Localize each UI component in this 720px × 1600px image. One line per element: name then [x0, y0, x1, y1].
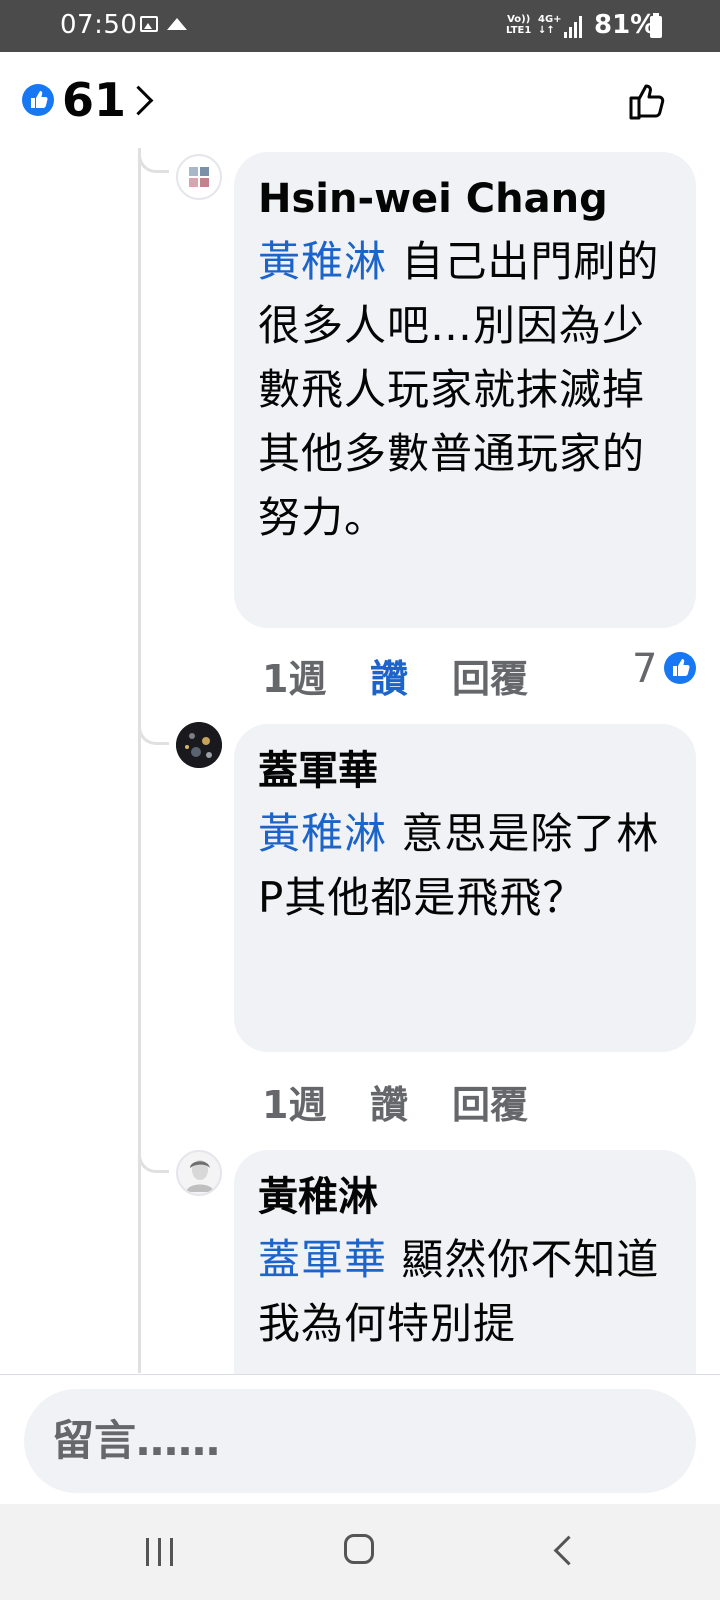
gallery-notification-icon [140, 16, 158, 32]
comment-time: 1週 [262, 1083, 327, 1127]
home-icon[interactable] [344, 1534, 374, 1564]
signal-strength-icon [564, 16, 584, 38]
thumbs-up-badge-icon[interactable] [664, 652, 696, 684]
comment-text: 蓋軍華 顯然你不知道我為何特別提 [258, 1235, 660, 1348]
reply-button[interactable]: 回覆 [452, 648, 528, 703]
thumbs-up-badge-icon[interactable] [22, 84, 54, 116]
status-bar: 07:50 Vo)) LTE1 4G+ ↓↑ 81% [0, 0, 720, 52]
system-navigation-bar [0, 1504, 720, 1600]
comment-time: 1週 [262, 657, 327, 701]
like-button[interactable]: 讚 [370, 1074, 408, 1129]
comment-bubble[interactable]: 黃稚淋 蓋軍華 顯然你不知道我為何特別提 [234, 1150, 696, 1374]
comment-author[interactable]: 黃稚淋 [258, 1172, 670, 1222]
thread-branch [138, 722, 169, 745]
battery-icon [650, 13, 662, 38]
chevron-right-icon[interactable] [123, 85, 154, 116]
avatar[interactable] [176, 722, 222, 768]
comment-input[interactable]: 留言…… [24, 1389, 696, 1493]
battery-percentage: 81% [594, 10, 657, 40]
network-type-indicator: 4G+ ↓↑ [538, 14, 562, 36]
partial-comment-clip: 黃稚淋 蓋軍華 顯然你不知道我為何特別提 [0, 1148, 720, 1374]
comment-like-count[interactable]: 7 [632, 646, 657, 692]
mention-link[interactable]: 黃稚淋 [258, 237, 387, 286]
mention-link[interactable]: 黃稚淋 [258, 809, 387, 858]
comment-text: 黃稚淋 自己出門刷的很多人吧…別因為少數飛人玩家就抹滅掉其他多數普通玩家的努力。 [258, 237, 660, 542]
like-button[interactable]: 讚 [370, 648, 408, 703]
comment-text: 黃稚淋 意思是除了林P其他都是飛飛？ [258, 809, 660, 922]
photo-notification-icon [167, 18, 187, 30]
avatar[interactable] [176, 154, 222, 200]
like-outline-icon[interactable] [626, 78, 672, 124]
mention-link[interactable]: 蓋軍華 [258, 1235, 387, 1284]
reaction-count[interactable]: 61 [62, 73, 126, 127]
comment-bubble[interactable]: 蓋軍華 黃稚淋 意思是除了林P其他都是飛飛？ [234, 724, 696, 1052]
comment-author[interactable]: 蓋軍華 [258, 746, 670, 796]
comment-author[interactable]: Hsin-wei Chang [258, 174, 670, 224]
comment-bubble[interactable]: Hsin-wei Chang 黃稚淋 自己出門刷的很多人吧…別因為少數飛人玩家就… [234, 152, 696, 628]
back-icon[interactable] [553, 1535, 584, 1566]
recents-icon[interactable] [146, 1538, 176, 1566]
reply-button[interactable]: 回覆 [452, 1074, 528, 1129]
status-time: 07:50 [60, 10, 138, 40]
volte-indicator: Vo)) LTE1 [506, 14, 532, 36]
reactions-header: 61 [0, 52, 720, 148]
thread-branch [138, 150, 169, 173]
comment-composer: 留言…… [0, 1374, 720, 1505]
